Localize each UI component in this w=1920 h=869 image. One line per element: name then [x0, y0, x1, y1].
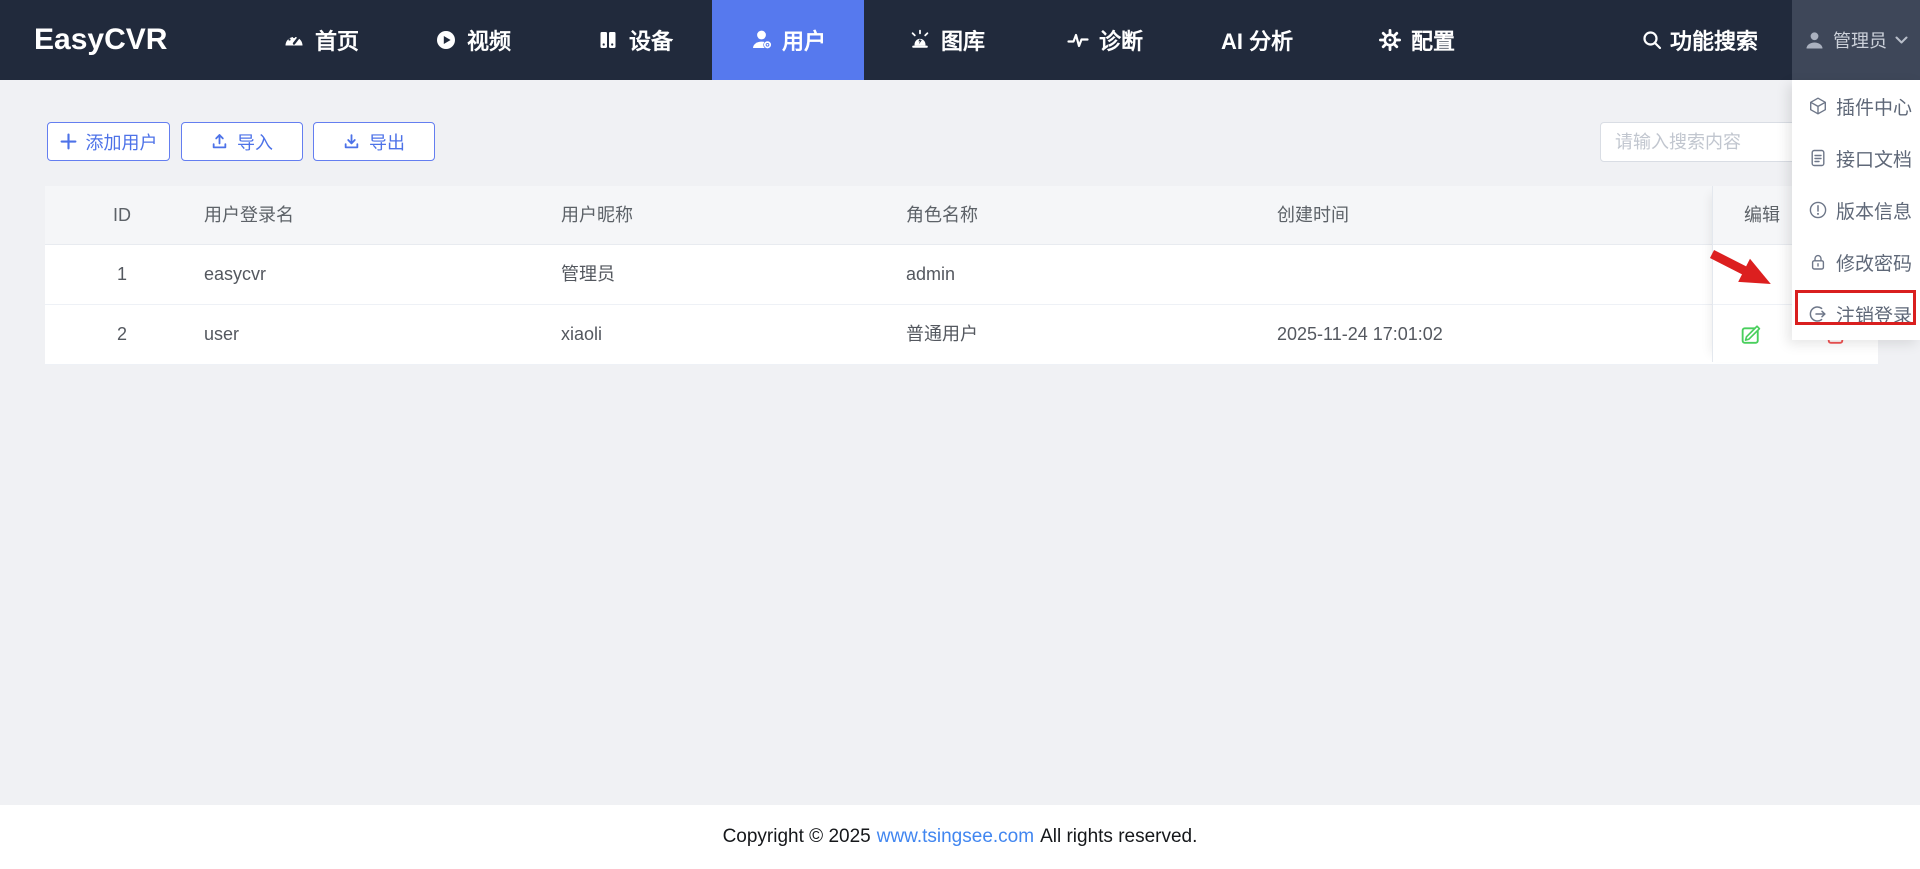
nav-item-user-active[interactable]: 用户 — [712, 0, 864, 80]
col-header-role: 角色名称 — [906, 205, 978, 225]
cell-role: admin — [906, 264, 956, 284]
plugin-cube-icon — [1810, 97, 1826, 115]
col-header-created: 创建时间 — [1277, 205, 1349, 225]
copyright-text: Copyright © 2025 — [722, 826, 871, 847]
person-icon — [1806, 31, 1823, 48]
nav-label: 诊断 — [1099, 29, 1144, 54]
nav-label: AI 分析 — [1221, 29, 1294, 54]
gear-icon — [1379, 29, 1402, 52]
table-header-row: ID 用户登录名 用户昵称 角色名称 创建时间 编辑 — [45, 186, 1878, 245]
menu-item-label: 版本信息 — [1836, 201, 1913, 223]
admin-user-menu-trigger[interactable]: 管理员 — [1792, 0, 1920, 80]
menu-item-logout[interactable]: 注销登录 — [1792, 288, 1920, 340]
nav-item-video[interactable]: 视频 — [434, 0, 511, 80]
col-header-edit: 编辑 — [1744, 205, 1780, 225]
col-header-id: ID — [113, 205, 131, 225]
admin-label: 管理员 — [1833, 31, 1887, 51]
nav-label: 视频 — [467, 29, 512, 54]
add-user-button[interactable]: 添加用户 — [47, 122, 170, 161]
siren-icon — [911, 29, 929, 48]
app-logo: EasyCVR — [34, 23, 168, 56]
edit-row-icon[interactable] — [1739, 322, 1764, 347]
table-row: 2 user xiaoli 普通用户 2025-11-24 17:01:02 — [45, 305, 1878, 365]
nav-label: 配置 — [1411, 29, 1456, 54]
tsingsee-link[interactable]: www.tsingsee.com — [877, 826, 1034, 848]
nav-label: 设备 — [629, 29, 674, 54]
table-row: 1 easycvr 管理员 admin — [45, 245, 1878, 305]
nav-label: 首页 — [315, 29, 360, 54]
import-button[interactable]: 导入 — [181, 122, 303, 161]
menu-item-label: 插件中心 — [1836, 97, 1913, 119]
nav-item-diagnosis[interactable]: 诊断 — [1066, 0, 1143, 80]
play-icon — [437, 31, 455, 49]
col-header-nickname: 用户昵称 — [561, 205, 633, 225]
menu-item-version-info[interactable]: 版本信息 — [1792, 184, 1920, 236]
nav-item-config[interactable]: 配置 — [1378, 0, 1455, 80]
user-icon — [752, 30, 772, 49]
menu-item-label: 修改密码 — [1836, 253, 1913, 275]
users-table: ID 用户登录名 用户昵称 角色名称 创建时间 编辑 1 easycvr 管理员… — [45, 186, 1878, 365]
device-icon — [600, 32, 616, 48]
admin-dropdown-menu: 插件中心 接口文档 版本信息 修改密码 注销登录 — [1792, 80, 1920, 340]
cell-login: user — [204, 324, 240, 344]
pulse-icon — [1067, 33, 1089, 48]
nav-label: 用户 — [781, 29, 826, 54]
export-label: 导出 — [369, 132, 405, 153]
dashboard-icon — [285, 35, 303, 46]
menu-item-plugin-center[interactable]: 插件中心 — [1792, 80, 1920, 132]
cell-id: 2 — [116, 324, 127, 344]
top-navbar: EasyCVR 首页 视频 设备 用户 图库 诊断 AI 分析 配置 功能搜索 … — [0, 0, 1920, 80]
chevron-down-icon — [1895, 36, 1908, 43]
import-label: 导入 — [237, 132, 273, 153]
document-icon — [1811, 149, 1825, 167]
logout-icon — [1809, 306, 1826, 322]
menu-item-change-password[interactable]: 修改密码 — [1792, 236, 1920, 288]
nav-item-device[interactable]: 设备 — [596, 0, 673, 80]
cell-nickname: 管理员 — [561, 264, 615, 284]
menu-item-api-docs[interactable]: 接口文档 — [1792, 132, 1920, 184]
cell-login: easycvr — [204, 264, 267, 284]
page-footer: Copyright © 2025 www.tsingsee.com All ri… — [0, 805, 1920, 869]
search-icon — [1643, 31, 1662, 50]
nav-item-home[interactable]: 首页 — [282, 0, 359, 80]
export-button[interactable]: 导出 — [313, 122, 435, 161]
cell-created: 2025-11-24 17:01:02 — [1277, 324, 1443, 344]
download-icon — [344, 134, 359, 149]
menu-item-label: 注销登录 — [1836, 305, 1913, 327]
add-user-label: 添加用户 — [85, 132, 158, 153]
nav-label: 功能搜索 — [1670, 29, 1759, 54]
cell-id: 1 — [116, 264, 127, 284]
version-info-icon — [1809, 201, 1827, 219]
easycvr-app: EasyCVR 首页 视频 设备 用户 图库 诊断 AI 分析 配置 功能搜索 … — [0, 0, 1920, 869]
lock-icon — [1811, 254, 1825, 270]
copyright-text: All rights reserved. — [1040, 826, 1198, 847]
upload-icon — [212, 134, 227, 149]
col-header-login: 用户登录名 — [204, 205, 294, 225]
cell-nickname: xiaoli — [561, 324, 603, 344]
cell-role: 普通用户 — [906, 324, 978, 344]
user-management-page: 添加用户 导入 导出 ID 用户登录名 用户昵称 — [0, 80, 1920, 805]
nav-item-gallery[interactable]: 图库 — [908, 0, 985, 80]
nav-function-search[interactable]: 功能搜索 — [1641, 0, 1758, 80]
nav-item-ai-analysis[interactable]: AI 分析 — [1221, 0, 1293, 80]
nav-label: 图库 — [941, 29, 986, 54]
menu-item-label: 接口文档 — [1836, 149, 1913, 171]
plus-icon — [60, 133, 76, 150]
